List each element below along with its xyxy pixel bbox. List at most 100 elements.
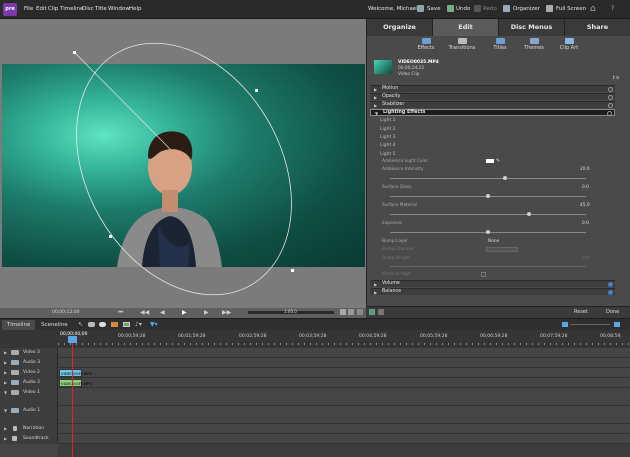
zoom-out-icon[interactable] xyxy=(562,322,568,327)
zoom-in-icon[interactable] xyxy=(614,322,620,327)
light-1[interactable]: Light 1 xyxy=(380,118,396,123)
playhead-handle[interactable] xyxy=(68,336,77,343)
track-audio-1[interactable]: ▼ Audio 1 xyxy=(0,406,630,424)
effect-toggle-icon[interactable] xyxy=(608,290,613,295)
organizer-button[interactable]: Organizer xyxy=(513,6,540,12)
menu-edit[interactable]: Edit xyxy=(36,6,47,12)
ruler-tick: 00;02;59;28 xyxy=(239,334,267,339)
surface-material-slider[interactable] xyxy=(390,214,586,215)
smart-mix-icon[interactable] xyxy=(99,322,106,327)
tab-organize[interactable]: Organize xyxy=(367,19,433,36)
surface-gloss-knob[interactable] xyxy=(486,194,490,198)
menu-clip[interactable]: Clip xyxy=(48,6,58,12)
play-icon[interactable]: ▶ xyxy=(182,309,187,316)
effect-row-motion[interactable]: ▶ Motion xyxy=(370,85,615,92)
organizer-icon[interactable] xyxy=(503,5,510,12)
step-back-icon[interactable]: ◀◀ xyxy=(140,309,149,316)
undo-icon[interactable] xyxy=(447,5,454,12)
home-icon[interactable]: ⌂ xyxy=(590,4,596,14)
menu-timeline[interactable]: Timeline xyxy=(60,6,83,12)
zoom-slider[interactable] xyxy=(570,324,610,325)
white-is-high-checkbox[interactable] xyxy=(481,272,486,277)
effect-toggle-icon[interactable] xyxy=(607,111,612,116)
effect-row-stabilizer[interactable]: ▶ Stabilizer xyxy=(370,101,615,108)
effect-toggle-icon[interactable] xyxy=(608,103,613,108)
undo-button[interactable]: Undo xyxy=(456,6,470,12)
tab-disc-menus[interactable]: Disc Menus xyxy=(499,19,565,36)
delete-effect-icon[interactable] xyxy=(378,309,384,315)
tab-edit[interactable]: Edit xyxy=(433,19,499,36)
track-audio-3[interactable]: ▶ Audio 3 xyxy=(0,358,630,368)
reset-button[interactable]: Reset xyxy=(574,309,588,315)
help-icon[interactable]: ? xyxy=(611,5,614,12)
add-keyframe-icon[interactable] xyxy=(369,309,375,315)
bump-channel-select[interactable] xyxy=(486,247,518,252)
light-3[interactable]: Light 3 xyxy=(380,135,396,140)
effect-row-balance[interactable]: ▶ Balance xyxy=(370,288,615,295)
audio-mixer-icon[interactable]: ♪▾ xyxy=(135,321,142,328)
bump-height-value[interactable]: 0.0 xyxy=(582,256,589,261)
exposure-knob[interactable] xyxy=(486,230,490,234)
light-2[interactable]: Light 2 xyxy=(380,127,396,132)
ambient-intensity-value[interactable]: 20.0 xyxy=(580,167,590,172)
surface-gloss-value[interactable]: 0.0 xyxy=(582,185,589,190)
fullscreen-icon[interactable] xyxy=(546,5,553,12)
split-clip-icon[interactable] xyxy=(340,309,346,315)
menu-help[interactable]: Help xyxy=(129,6,142,12)
redo-icon[interactable] xyxy=(474,5,481,12)
light-5[interactable]: Light 5 xyxy=(380,152,396,157)
menu-marker-icon[interactable]: ▼▾ xyxy=(150,321,158,328)
track-soundtrack[interactable]: ▶ Soundtrack xyxy=(0,434,630,444)
video-clip[interactable]: VIDEO0035.MP4 xyxy=(59,369,92,377)
effect-toggle-icon[interactable] xyxy=(608,95,613,100)
menu-window[interactable]: Window xyxy=(108,6,130,12)
panel-options-icon[interactable]: ↕≡ xyxy=(612,76,620,81)
prev-frame-icon[interactable]: ◀ xyxy=(160,309,165,316)
goto-start-icon[interactable]: ⏮ xyxy=(118,309,123,317)
effect-row-volume[interactable]: ▶ Volume xyxy=(370,280,615,287)
playhead[interactable] xyxy=(72,336,73,457)
track-video-2[interactable]: ▶ Video 2 VIDEO0035.MP4 xyxy=(0,368,630,378)
menu-disc[interactable]: Disc xyxy=(82,6,94,12)
exposure-value[interactable]: 0.0 xyxy=(582,221,589,226)
step-forward-icon[interactable]: ▶▶ xyxy=(222,309,231,316)
menu-file[interactable]: File xyxy=(24,6,33,12)
ruler-ticks xyxy=(58,343,630,345)
audio-clip[interactable]: VIDEO0035.MP4 xyxy=(59,379,92,387)
bump-layer-value[interactable]: None xyxy=(488,239,499,244)
ambient-intensity-knob[interactable] xyxy=(503,176,507,180)
next-frame-icon[interactable]: ▶ xyxy=(204,309,209,316)
subtab-clip-art[interactable]: Clip Art xyxy=(548,37,590,54)
ambient-intensity-slider[interactable] xyxy=(390,178,586,179)
timeline-ruler[interactable]: 00;00;00;00 00;00;59;28 00;01;59;28 00;0… xyxy=(0,330,630,348)
crop-icon[interactable] xyxy=(348,309,354,315)
track-narration[interactable]: ▶ Narration xyxy=(0,424,630,434)
subtab-transitions[interactable]: Transitions xyxy=(441,37,483,54)
ambient-color-swatch[interactable] xyxy=(486,159,494,163)
marker-icon[interactable] xyxy=(123,322,130,327)
fullscreen-button[interactable]: Full Screen xyxy=(556,6,586,12)
music-icon[interactable] xyxy=(111,322,118,327)
light-4[interactable]: Light 4 xyxy=(380,143,396,148)
eyedropper-icon[interactable]: ✎ xyxy=(496,158,500,164)
effect-toggle-icon[interactable] xyxy=(608,87,613,92)
lighting-ellipse[interactable] xyxy=(0,19,366,308)
surface-material-knob[interactable] xyxy=(527,212,531,216)
safe-margin-icon[interactable] xyxy=(357,309,363,315)
done-button[interactable]: Done xyxy=(606,309,619,315)
tab-share[interactable]: Share xyxy=(565,19,630,36)
track-video-1[interactable]: ▼ Video 1 xyxy=(0,388,630,406)
smart-trim-icon[interactable] xyxy=(88,322,95,327)
surface-material-value[interactable]: 45.0 xyxy=(580,203,590,208)
effect-toggle-icon[interactable] xyxy=(608,282,613,287)
redo-button[interactable]: Redo xyxy=(483,6,497,12)
track-video-3[interactable]: ▶ Video 3 xyxy=(0,348,630,358)
effect-row-lighting[interactable]: ▼ Lighting Effects xyxy=(370,109,615,116)
ambient-intensity-label: Ambience Intensity xyxy=(382,167,424,172)
menu-title[interactable]: Title xyxy=(95,6,107,12)
effect-row-opacity[interactable]: ▶ Opacity xyxy=(370,93,615,100)
track-audio-2[interactable]: ▶ Audio 2 VIDEO0035.MP4 xyxy=(0,378,630,388)
bump-height-slider[interactable] xyxy=(390,266,586,267)
select-tool-icon[interactable]: ↖ xyxy=(78,321,83,328)
save-button[interactable]: Save xyxy=(427,6,441,12)
